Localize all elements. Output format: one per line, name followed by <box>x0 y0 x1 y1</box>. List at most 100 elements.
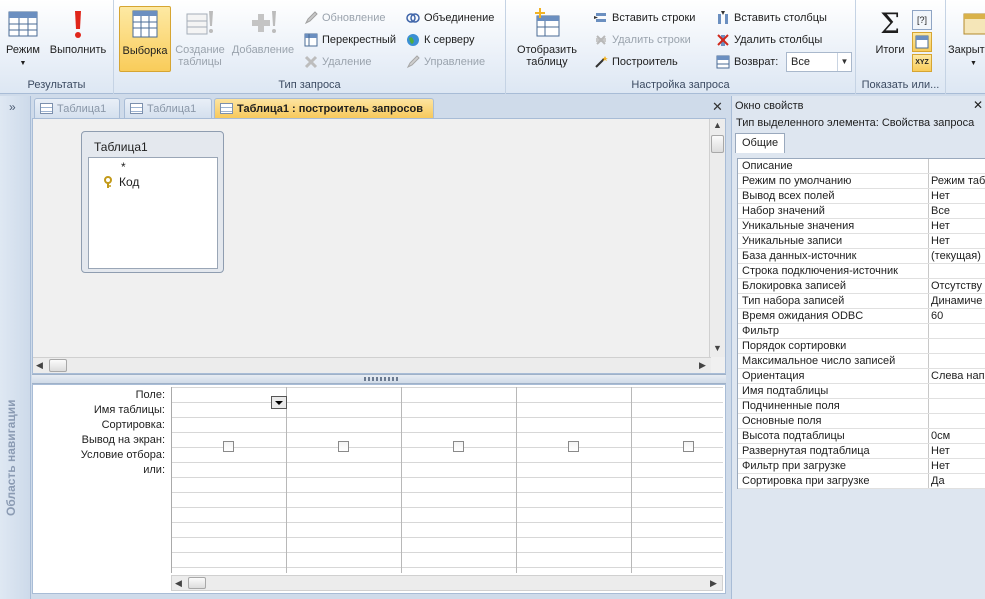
property-row[interactable]: Имя подтаблицы <box>738 384 985 399</box>
totals-button[interactable]: Σ Итоги <box>870 6 910 72</box>
scroll-right-icon[interactable]: ▶ <box>699 360 706 371</box>
property-row[interactable]: Фильтр при загрузке Нет <box>738 459 985 474</box>
table-names-button[interactable] <box>912 32 932 52</box>
return-combo[interactable]: Все ▼ <box>786 52 852 72</box>
select-query-button[interactable]: Выборка <box>119 6 171 72</box>
navigation-pane-label: Область навигации <box>4 399 18 516</box>
property-row[interactable]: Максимальное число записей <box>738 354 985 369</box>
delete-rows-button[interactable]: Удалить строки <box>594 30 691 50</box>
property-row[interactable]: Режим по умолчаниюРежим табл <box>738 174 985 189</box>
builder-button[interactable]: Построитель <box>594 52 678 72</box>
property-row[interactable]: Порядок сортировки <box>738 339 985 354</box>
show-checkbox[interactable] <box>223 441 234 452</box>
row-label-or: или: <box>143 464 165 476</box>
property-row[interactable]: База данных-источник (текущая) <box>738 249 985 264</box>
scroll-up-icon[interactable]: ▲ <box>713 120 722 130</box>
show-table-button[interactable]: Отобразить таблицу <box>512 6 582 72</box>
show-checkbox[interactable] <box>683 441 694 452</box>
parameters-button[interactable]: [?] <box>912 10 932 30</box>
sigma-icon: Σ <box>880 7 900 40</box>
field-dropdown-button[interactable] <box>271 396 287 409</box>
property-row[interactable]: Сортировка при загрузке Да <box>738 474 985 489</box>
scroll-left-icon[interactable]: ◀ <box>36 360 43 371</box>
crosstab-query-button[interactable]: Перекрестный <box>304 30 396 50</box>
make-table-icon <box>184 8 216 40</box>
property-row[interactable]: Блокировка записей Отсутству <box>738 279 985 294</box>
tab-table1-b[interactable]: Таблица1 <box>124 98 212 118</box>
field-list-table1[interactable]: Таблица1 * Код <box>81 131 224 273</box>
show-checkbox[interactable] <box>338 441 349 452</box>
property-row[interactable]: Развернутая подтаблица Нет <box>738 444 985 459</box>
design-horizontal-scrollbar[interactable]: ◀ ▶ <box>33 357 711 373</box>
scroll-down-icon[interactable]: ▼ <box>713 343 722 353</box>
property-row[interactable]: Уникальные значения Нет <box>738 219 985 234</box>
field-list[interactable]: * Код <box>88 157 218 269</box>
pass-through-button[interactable]: К серверу <box>406 30 475 50</box>
insert-rows-button[interactable]: Вставить строки <box>594 8 695 28</box>
property-row[interactable]: Подчиненные поля <box>738 399 985 414</box>
field-all[interactable]: * <box>121 160 126 174</box>
property-row[interactable]: Тип набора записей Динамиче <box>738 294 985 309</box>
query-design-pane[interactable]: Таблица1 * Код ▲ ▼ ◀ ▶ <box>32 118 726 374</box>
scroll-right-icon[interactable]: ▶ <box>710 578 717 589</box>
delete-query-button[interactable]: Удаление <box>304 52 372 72</box>
delete-cross-icon <box>304 55 318 69</box>
make-table-button[interactable]: Создание таблицы <box>172 6 228 72</box>
tab-table1-a[interactable]: Таблица1 <box>34 98 120 118</box>
splitter-grip[interactable] <box>364 377 398 381</box>
query-grid-pane[interactable]: Поле: Имя таблицы: Сортировка: Вывод на … <box>32 384 726 594</box>
append-button[interactable]: Добавление <box>228 6 298 72</box>
row-label-sort: Сортировка: <box>101 419 165 431</box>
property-row[interactable]: Время ожидания ODBC 60 <box>738 309 985 324</box>
grid-horizontal-scrollbar[interactable]: ◀ ▶ <box>171 575 723 591</box>
run-button[interactable]: Выполнить <box>46 6 110 72</box>
data-definition-button[interactable]: Управление <box>406 52 485 72</box>
property-row[interactable]: Фильтр <box>738 324 985 339</box>
insert-columns-button[interactable]: Вставить столбцы <box>716 8 827 28</box>
field-list-title: Таблица1 <box>94 140 148 154</box>
property-row[interactable]: Основные поля <box>738 414 985 429</box>
grid-column-divider <box>631 387 632 573</box>
expand-nav-icon[interactable]: » <box>9 100 16 114</box>
group-close: Закрыть ▼ <box>946 0 985 94</box>
design-grid[interactable] <box>171 387 723 573</box>
close-button[interactable]: Закрыть ▼ <box>948 6 985 72</box>
scroll-thumb[interactable] <box>49 359 67 372</box>
property-row[interactable]: Высота подтаблицы 0см <box>738 429 985 444</box>
property-row[interactable]: Ориентация Слева нап <box>738 369 985 384</box>
scroll-thumb[interactable] <box>711 135 724 153</box>
chevron-down-icon[interactable]: ▼ <box>837 53 851 71</box>
delete-rows-icon <box>594 33 608 47</box>
close-document-icon[interactable]: ✕ <box>712 99 723 115</box>
show-checkbox[interactable] <box>568 441 579 452</box>
property-row[interactable]: Набор значений Все <box>738 204 985 219</box>
scroll-thumb[interactable] <box>188 577 206 589</box>
view-mode-label: Режим <box>6 44 40 56</box>
column-names-button[interactable]: XYZ <box>912 54 932 72</box>
field-kod[interactable]: Код <box>119 175 139 189</box>
scroll-left-icon[interactable]: ◀ <box>175 578 182 589</box>
property-row[interactable]: Вывод всех полей Нет <box>738 189 985 204</box>
design-vertical-scrollbar[interactable]: ▲ ▼ <box>709 119 725 357</box>
show-checkbox[interactable] <box>453 441 464 452</box>
property-row[interactable]: Строка подключения-источник <box>738 264 985 279</box>
parameters-icon: [?] <box>916 15 927 25</box>
property-row[interactable]: Уникальные записи Нет <box>738 234 985 249</box>
delete-columns-button[interactable]: Удалить столбцы <box>716 30 822 50</box>
update-query-button[interactable]: Обновление <box>304 8 386 28</box>
chevron-down-icon: ▼ <box>19 60 27 67</box>
tab-query-builder[interactable]: Таблица1 : построитель запросов <box>214 98 434 118</box>
close-property-sheet-icon[interactable]: ✕ <box>973 98 983 112</box>
totals-label: Итоги <box>875 44 905 56</box>
property-row[interactable]: Описание <box>738 159 985 174</box>
pane-splitter[interactable] <box>32 374 726 384</box>
navigation-pane[interactable]: » Область навигации <box>0 96 31 599</box>
tab-general[interactable]: Общие <box>735 133 786 153</box>
union-query-button[interactable]: Объединение <box>406 8 494 28</box>
property-divider <box>928 249 929 263</box>
grid-column-divider <box>401 387 402 573</box>
insert-rows-icon <box>594 11 608 25</box>
property-divider <box>928 264 929 278</box>
view-mode-button[interactable]: Режим ▼ <box>2 6 44 72</box>
row-label-show: Вывод на экран: <box>81 434 165 446</box>
